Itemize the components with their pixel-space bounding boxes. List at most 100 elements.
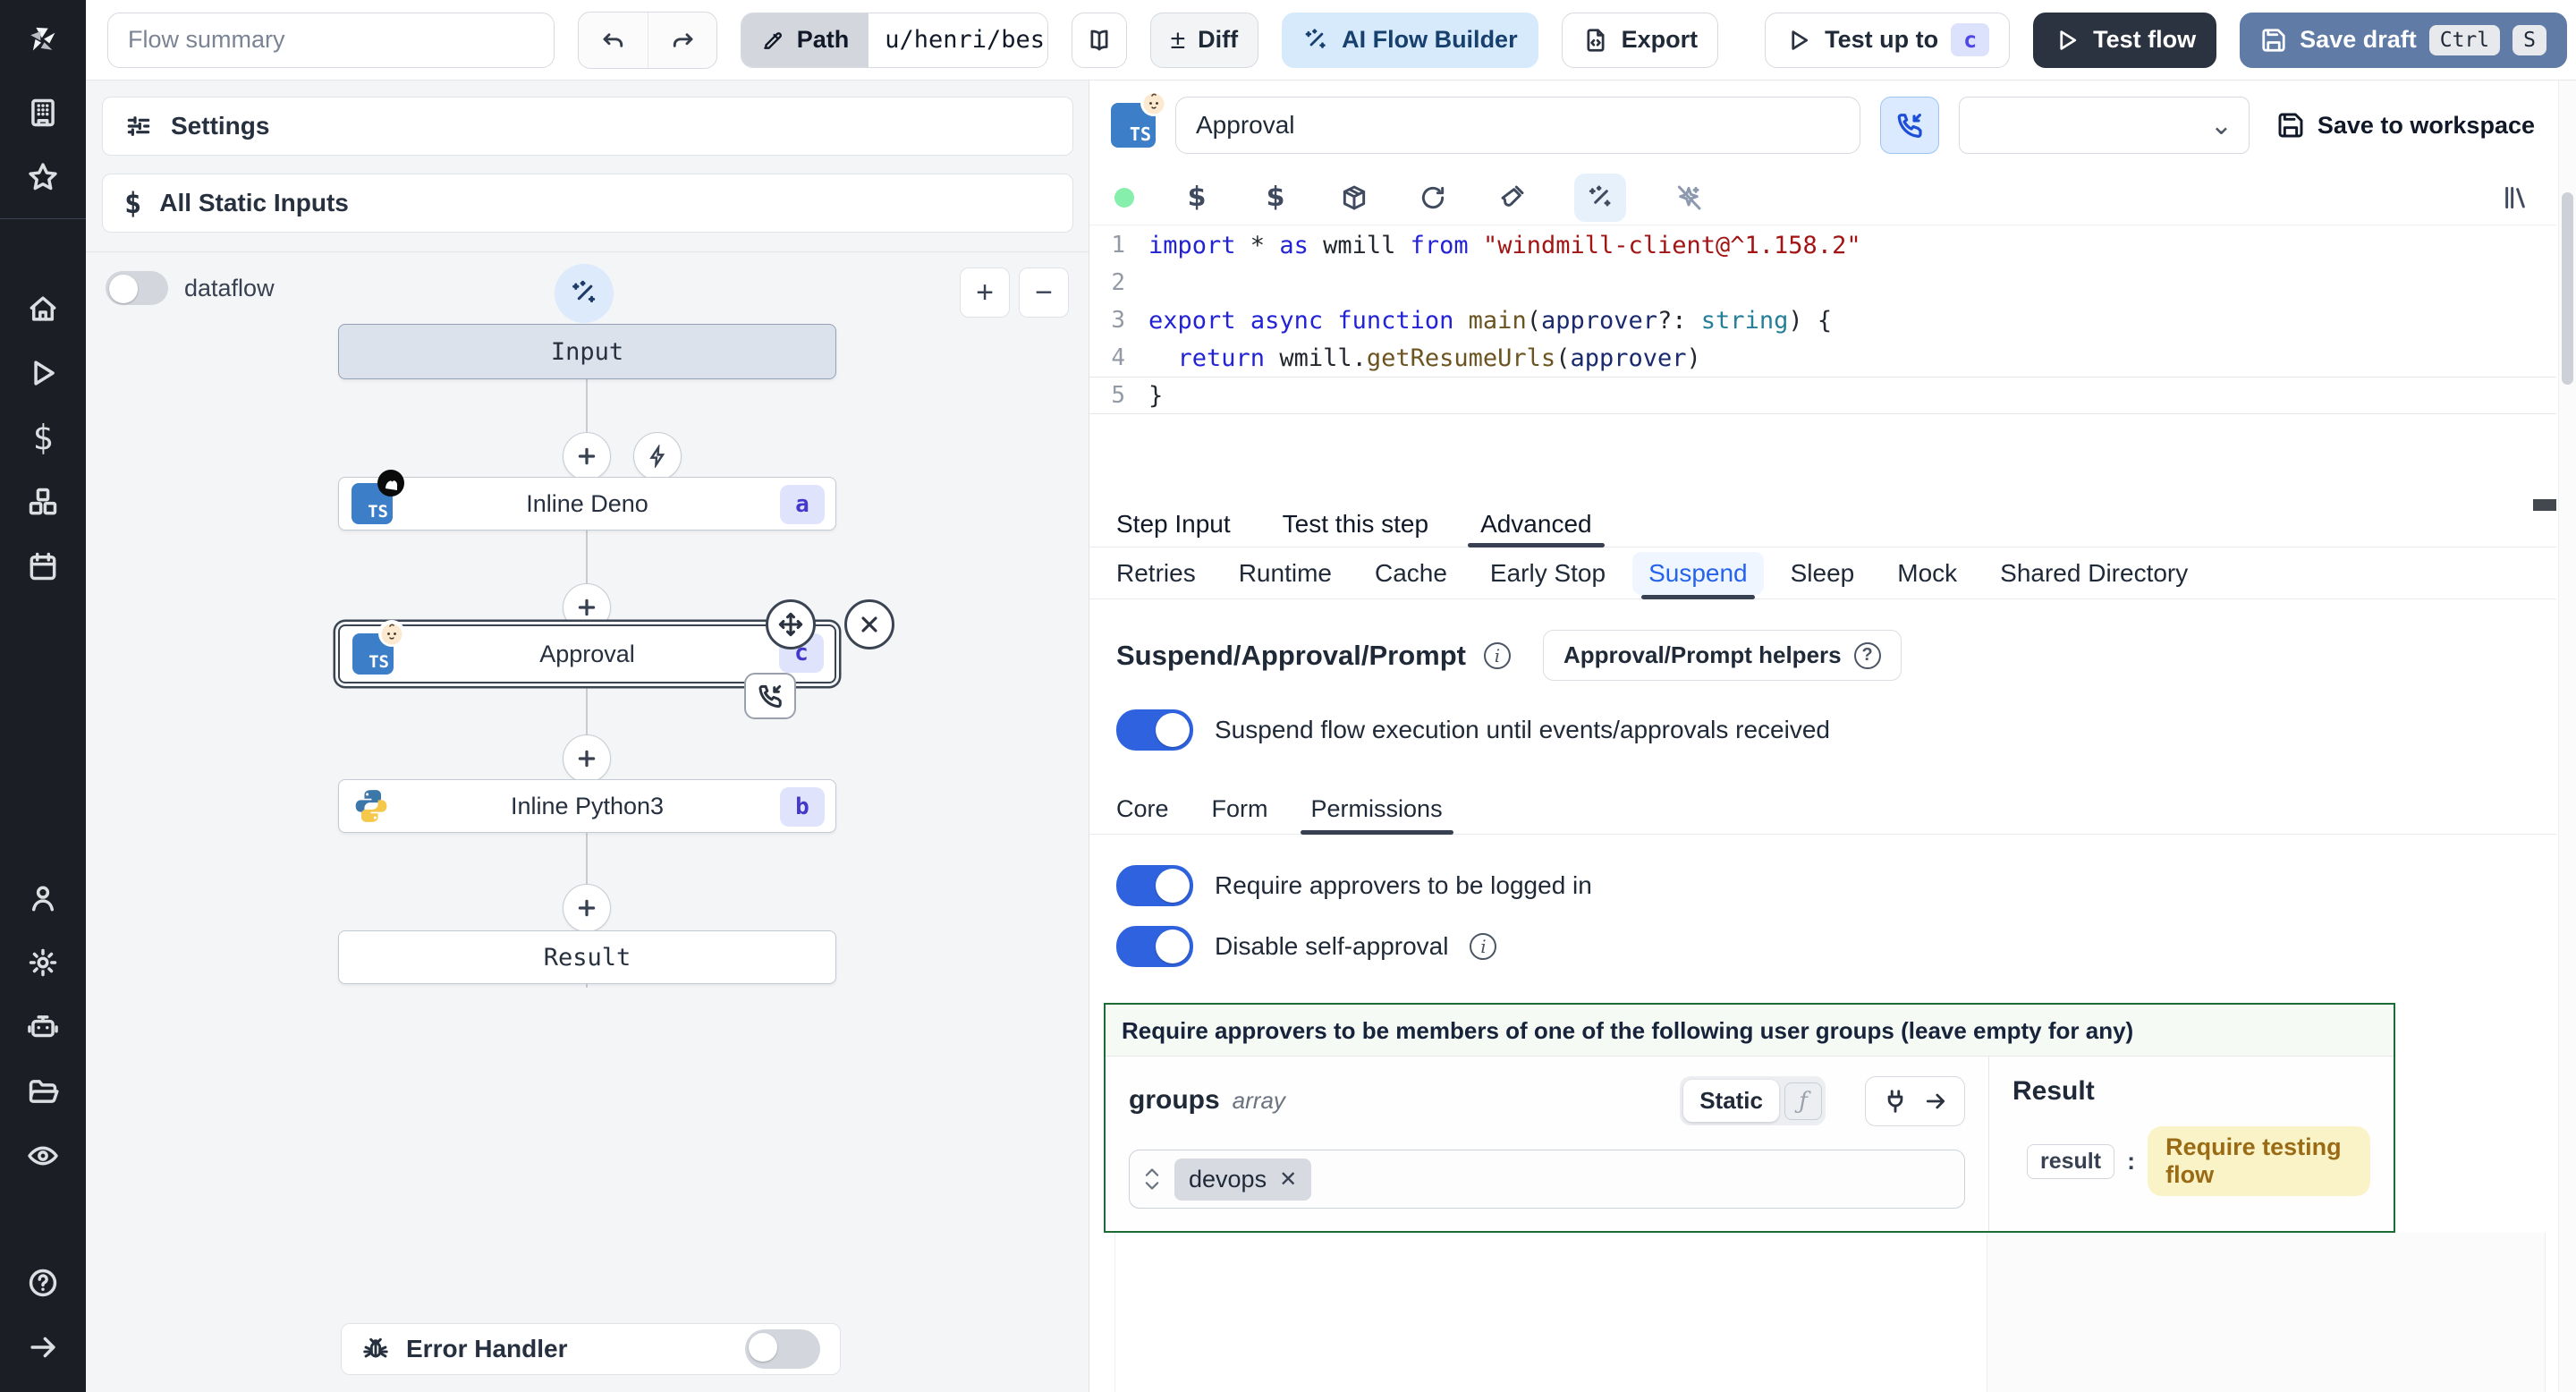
path-edit-segment[interactable]: Path (741, 13, 869, 67)
group-tag-devops[interactable]: devops ✕ (1174, 1158, 1312, 1201)
tab-advanced[interactable]: Advanced (1468, 501, 1605, 547)
line-number: 3 (1111, 307, 1125, 334)
step-name-input[interactable] (1175, 97, 1860, 154)
fx-mode-button[interactable]: ƒ (1784, 1082, 1822, 1120)
flow-panel-divider (86, 251, 1089, 252)
code-line-5[interactable]: 5} (1089, 377, 2556, 414)
all-static-inputs-card[interactable]: $ All Static Inputs (102, 174, 1073, 233)
path-button-group[interactable]: Path u/henri/bes (740, 12, 1049, 68)
ai-off-sparkles-icon[interactable] (1673, 182, 1705, 214)
dollar-vars-icon[interactable]: $ (1181, 182, 1213, 214)
windmill-logo-icon[interactable] (0, 0, 86, 81)
inner-tab-form[interactable]: Form (1212, 785, 1268, 834)
flow-node-result[interactable]: Result (338, 930, 836, 984)
approval-prompt-helpers-button[interactable]: Approval/Prompt helpers ? (1542, 630, 1902, 681)
docs-book-button[interactable] (1072, 12, 1127, 68)
error-handler-card[interactable]: Error Handler (341, 1323, 841, 1375)
panel-scrollbar[interactable] (2558, 81, 2576, 1392)
code-editor[interactable]: 1 import * as wmill from "windmill-client… (1089, 226, 2556, 511)
groups-tags-input[interactable]: devops ✕ (1129, 1150, 1965, 1209)
library-panel-icon[interactable] (2499, 182, 2531, 214)
info-icon[interactable]: i (1470, 933, 1497, 960)
flow-settings-card[interactable]: Settings (102, 97, 1073, 156)
sort-chevrons-icon[interactable] (1142, 1167, 1162, 1192)
move-step-button[interactable] (766, 599, 816, 649)
folders-icon[interactable] (0, 1059, 86, 1124)
inner-tab-core[interactable]: Core (1116, 785, 1169, 834)
format-brush-icon[interactable] (1496, 182, 1528, 214)
subtab-shared-directory[interactable]: Shared Directory (2000, 547, 2188, 598)
suspend-flow-toggle[interactable] (1116, 709, 1193, 751)
help-icon[interactable] (0, 1251, 86, 1315)
diff-label: Diff (1198, 26, 1239, 53)
zoom-out-button[interactable]: − (1019, 267, 1069, 318)
schedules-calendar-icon[interactable] (0, 534, 86, 598)
subtab-retries[interactable]: Retries (1116, 547, 1196, 598)
favorites-star-icon[interactable] (0, 145, 86, 209)
dataflow-toggle[interactable] (106, 271, 168, 305)
code-line-1[interactable]: 1 import * as wmill from "windmill-client… (1089, 226, 2556, 264)
home-icon[interactable] (0, 276, 86, 341)
subtab-suspend[interactable]: Suspend (1632, 547, 1764, 599)
disable-self-approval-toggle[interactable] (1116, 926, 1193, 967)
delete-step-button[interactable] (844, 599, 894, 649)
settings-gear-icon[interactable] (0, 930, 86, 995)
workspace-icon[interactable] (0, 81, 86, 145)
test-flow-button[interactable]: Test flow (2033, 12, 2217, 68)
insert-step-button-3[interactable] (563, 734, 611, 783)
subtab-mock[interactable]: Mock (1897, 547, 1957, 598)
export-button[interactable]: Export (1561, 12, 1719, 68)
undo-button[interactable] (579, 13, 648, 68)
info-icon[interactable]: i (1483, 641, 1511, 669)
save-to-workspace-button[interactable]: Save to workspace (2276, 111, 2535, 140)
tab-step-input[interactable]: Step Input (1116, 501, 1231, 547)
ai-flow-builder-button[interactable]: AI Flow Builder (1282, 12, 1538, 68)
workers-robot-icon[interactable] (0, 995, 86, 1059)
redo-button[interactable] (648, 12, 716, 68)
ai-assistant-wand-icon[interactable] (1574, 173, 1626, 222)
template-select[interactable]: ⌄ (1959, 97, 2250, 154)
subtab-runtime[interactable]: Runtime (1239, 547, 1332, 598)
code-line-2[interactable]: 2 (1089, 264, 2556, 301)
lsp-status-dot (1114, 187, 1134, 208)
subtab-cache[interactable]: Cache (1375, 547, 1447, 598)
code-line-3[interactable]: 3 export async function main(approver?: s… (1089, 301, 2556, 339)
static-mode-button[interactable]: Static (1683, 1080, 1779, 1122)
path-value[interactable]: u/henri/bes (869, 13, 1048, 67)
dollar-resources-icon[interactable]: $ (1259, 182, 1292, 214)
users-person-icon[interactable] (0, 866, 86, 930)
reload-icon[interactable] (1417, 182, 1449, 214)
audit-eye-icon[interactable] (0, 1124, 86, 1188)
code-line-4[interactable]: 4 return wmill.getResumeUrls(approver) (1089, 339, 2556, 377)
package-icon[interactable] (1338, 182, 1370, 214)
test-up-to-button[interactable]: Test up to c (1765, 12, 2011, 68)
flow-node-inline-deno[interactable]: TS Inline Deno a (338, 470, 836, 530)
insert-step-button-1[interactable] (563, 432, 611, 480)
insert-step-button-4[interactable] (563, 884, 611, 932)
ai-graph-wand-button[interactable] (555, 264, 614, 323)
suspend-inner-tabs: Core Form Permissions (1089, 785, 2556, 835)
flow-node-inline-python[interactable]: Inline Python3 b (338, 779, 836, 833)
approval-phone-button[interactable] (1880, 97, 1939, 154)
subtab-sleep[interactable]: Sleep (1791, 547, 1855, 598)
diff-button[interactable]: ± Diff (1149, 12, 1259, 68)
scrollbar-thumb[interactable] (2562, 192, 2573, 385)
approval-phone-badge[interactable] (744, 673, 796, 719)
deno-node-label: Inline Deno (526, 489, 648, 517)
inner-tab-permissions[interactable]: Permissions (1300, 785, 1453, 835)
runs-play-icon[interactable] (0, 341, 86, 405)
require-logged-in-toggle[interactable] (1116, 865, 1193, 906)
remove-tag-icon[interactable]: ✕ (1279, 1167, 1297, 1193)
error-handler-toggle[interactable] (745, 1329, 820, 1369)
resources-cubes-icon[interactable] (0, 470, 86, 534)
zoom-in-button[interactable]: + (960, 267, 1010, 318)
variables-dollar-icon[interactable]: $ (0, 405, 86, 470)
connect-input-button[interactable] (1865, 1076, 1965, 1126)
flow-node-input[interactable]: Input (338, 324, 836, 379)
tab-test-this-step[interactable]: Test this step (1283, 501, 1428, 547)
collapse-sidebar-arrow-icon[interactable] (0, 1315, 86, 1379)
subtab-early-stop[interactable]: Early Stop (1490, 547, 1606, 598)
insert-trigger-button[interactable] (633, 432, 682, 480)
save-draft-button[interactable]: Save draft Ctrl S (2240, 12, 2567, 68)
flow-summary-input[interactable] (107, 12, 555, 68)
